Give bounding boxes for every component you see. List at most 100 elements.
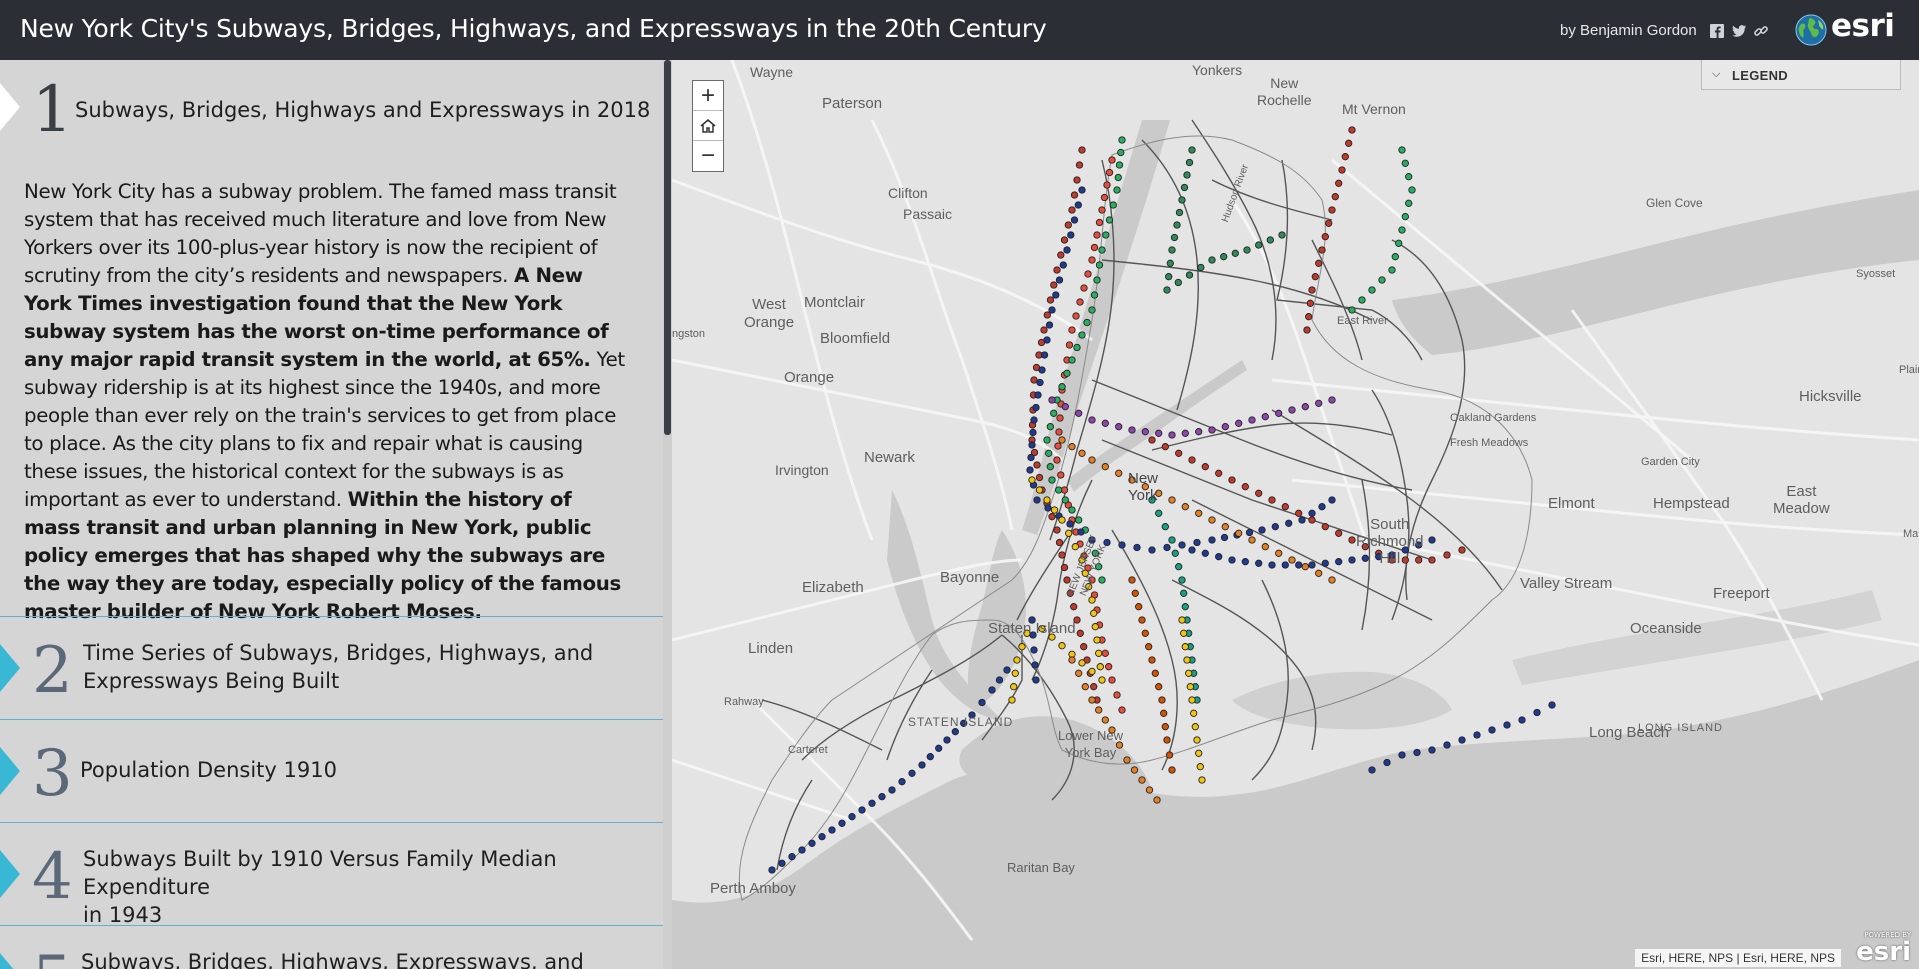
- subway-station-marker[interactable]: [1028, 476, 1036, 484]
- subway-station-marker[interactable]: [1221, 423, 1229, 431]
- subway-station-marker[interactable]: [1108, 676, 1116, 684]
- subway-station-marker[interactable]: [1255, 559, 1263, 567]
- subway-station-marker[interactable]: [1168, 246, 1176, 254]
- subway-station-marker[interactable]: [1080, 284, 1088, 292]
- subway-station-marker[interactable]: [1248, 416, 1256, 424]
- subway-station-marker[interactable]: [1378, 276, 1386, 284]
- subway-station-marker[interactable]: [1195, 428, 1203, 436]
- section-1[interactable]: 1 Subways, Bridges, Highways and Express…: [0, 60, 663, 623]
- subway-station-marker[interactable]: [1034, 391, 1042, 399]
- subway-station-marker[interactable]: [1090, 609, 1098, 617]
- subway-station-marker[interactable]: [1215, 469, 1223, 477]
- subway-station-marker[interactable]: [1180, 183, 1189, 192]
- subway-station-marker[interactable]: [1088, 456, 1096, 464]
- subway-station-marker[interactable]: [1043, 311, 1051, 319]
- subway-station-marker[interactable]: [1052, 291, 1060, 299]
- subway-station-marker[interactable]: [1026, 466, 1034, 474]
- subway-station-marker[interactable]: [1032, 676, 1040, 684]
- subway-station-marker[interactable]: [1255, 241, 1263, 249]
- subway-station-marker[interactable]: [1064, 221, 1072, 229]
- subway-station-marker[interactable]: [1181, 503, 1189, 511]
- subway-station-marker[interactable]: [1271, 523, 1279, 531]
- subway-station-marker[interactable]: [1076, 298, 1084, 306]
- subway-station-marker[interactable]: [1101, 419, 1109, 427]
- subway-station-marker[interactable]: [1077, 528, 1085, 536]
- subway-station-marker[interactable]: [1348, 556, 1356, 564]
- subway-station-marker[interactable]: [1145, 786, 1154, 794]
- subway-station-marker[interactable]: [1198, 776, 1206, 784]
- subway-station-marker[interactable]: [1241, 483, 1249, 491]
- subway-station-marker[interactable]: [1098, 676, 1106, 684]
- subway-station-marker[interactable]: [1130, 766, 1139, 774]
- subway-station-marker[interactable]: [1053, 456, 1061, 464]
- subway-station-marker[interactable]: [1090, 683, 1098, 691]
- subway-station-marker[interactable]: [1083, 318, 1091, 327]
- subway-station-marker[interactable]: [1011, 669, 1019, 677]
- subway-station-marker[interactable]: [1338, 166, 1346, 174]
- subway-station-marker[interactable]: [1295, 561, 1303, 569]
- subway-station-marker[interactable]: [1070, 216, 1079, 224]
- subway-station-marker[interactable]: [1118, 706, 1126, 714]
- subway-station-marker[interactable]: [1391, 253, 1399, 261]
- subway-station-marker[interactable]: [1065, 529, 1073, 537]
- subway-station-marker[interactable]: [1208, 256, 1216, 264]
- subway-station-marker[interactable]: [1098, 576, 1106, 584]
- subway-station-marker[interactable]: [995, 676, 1004, 684]
- subway-station-marker[interactable]: [1091, 623, 1099, 631]
- subway-station-marker[interactable]: [1325, 219, 1333, 227]
- section-2[interactable]: 2 Time Series of Subways, Bridges, Highw…: [0, 617, 663, 719]
- subway-station-marker[interactable]: [1428, 556, 1436, 564]
- subway-station-marker[interactable]: [1061, 403, 1069, 411]
- subway-station-marker[interactable]: [1308, 509, 1316, 517]
- subway-station-marker[interactable]: [1281, 503, 1289, 511]
- subway-station-marker[interactable]: [1191, 723, 1199, 731]
- subway-station-marker[interactable]: [1068, 656, 1076, 664]
- map-attribution[interactable]: Esri, HERE, NPS | Esri, HERE, NPS: [1635, 949, 1841, 967]
- subway-station-marker[interactable]: [1102, 231, 1110, 239]
- subway-station-marker[interactable]: [1148, 546, 1156, 554]
- subway-station-marker[interactable]: [1328, 576, 1336, 584]
- subway-station-marker[interactable]: [1335, 529, 1343, 537]
- subway-station-marker[interactable]: [818, 833, 826, 841]
- subway-station-marker[interactable]: [1170, 233, 1179, 242]
- subway-station-marker[interactable]: [1043, 336, 1051, 344]
- subway-station-marker[interactable]: [1054, 442, 1062, 450]
- subway-station-marker[interactable]: [1163, 286, 1171, 294]
- subway-station-marker[interactable]: [1028, 441, 1036, 449]
- subway-station-marker[interactable]: [1008, 696, 1016, 704]
- subway-station-marker[interactable]: [1321, 233, 1329, 241]
- subway-station-marker[interactable]: [1155, 683, 1163, 691]
- subway-station-marker[interactable]: [1281, 561, 1289, 569]
- subway-station-marker[interactable]: [1032, 403, 1040, 412]
- subway-station-marker[interactable]: [1053, 266, 1061, 274]
- subway-station-marker[interactable]: [1241, 558, 1249, 566]
- subway-station-marker[interactable]: [1178, 616, 1186, 624]
- subway-station-marker[interactable]: [1050, 409, 1058, 417]
- subway-station-marker[interactable]: [1395, 239, 1403, 247]
- subway-station-marker[interactable]: [1315, 399, 1323, 407]
- subway-station-marker[interactable]: [1045, 321, 1054, 329]
- subway-station-marker[interactable]: [1358, 296, 1366, 304]
- subway-station-marker[interactable]: [1133, 543, 1141, 552]
- subway-station-marker[interactable]: [1315, 569, 1323, 577]
- subway-station-marker[interactable]: [1090, 291, 1099, 299]
- subway-station-marker[interactable]: [1088, 256, 1096, 264]
- subway-station-marker[interactable]: [1181, 429, 1189, 437]
- subway-station-marker[interactable]: [1335, 179, 1343, 187]
- map-view[interactable]: Wayne Paterson Yonkers New Rochelle Mt Ve…: [672, 60, 1919, 969]
- subway-station-marker[interactable]: [1348, 126, 1356, 134]
- subway-station-marker[interactable]: [1155, 429, 1163, 437]
- subway-station-marker[interactable]: [1075, 409, 1083, 417]
- subway-station-marker[interactable]: [1040, 326, 1048, 334]
- subway-station-marker[interactable]: [1180, 629, 1188, 637]
- subway-station-marker[interactable]: [1068, 443, 1076, 451]
- subway-station-marker[interactable]: [1046, 423, 1054, 431]
- subway-station-marker[interactable]: [1046, 463, 1054, 471]
- subway-station-marker[interactable]: [1185, 669, 1193, 677]
- subway-station-marker[interactable]: [1095, 261, 1104, 269]
- subway-station-marker[interactable]: [1165, 751, 1174, 759]
- subway-station-marker[interactable]: [1318, 503, 1326, 511]
- subway-station-marker[interactable]: [1055, 428, 1063, 436]
- subway-station-marker[interactable]: [1065, 341, 1074, 349]
- subway-station-marker[interactable]: [1308, 286, 1316, 294]
